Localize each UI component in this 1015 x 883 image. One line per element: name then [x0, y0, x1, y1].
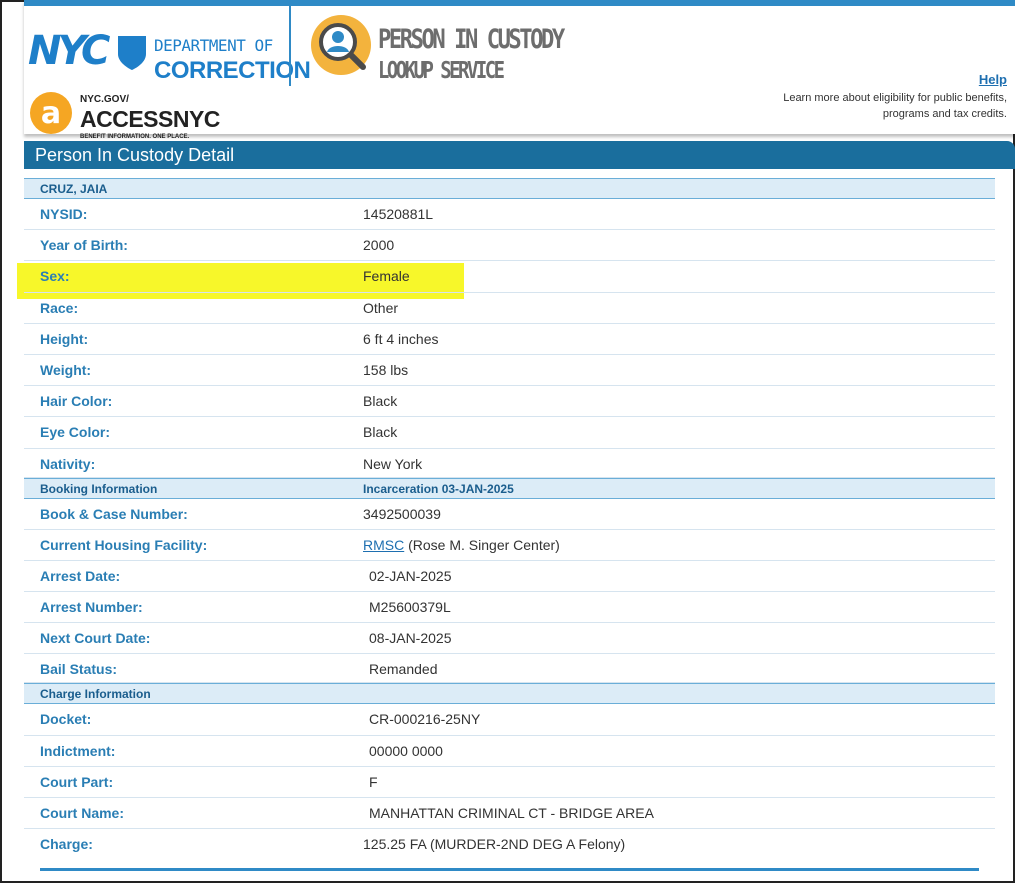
table-row: Indictment: 00000 0000	[24, 736, 995, 767]
row-value: 2000	[363, 237, 395, 254]
table-row: Current Housing Facility: RMSC (Rose M. S…	[24, 530, 995, 561]
page-title: Person In Custody Detail	[35, 145, 235, 165]
table-row: Weight: 158 lbs	[24, 355, 995, 387]
row-label: Book & Case Number:	[40, 505, 188, 522]
table-row: Docket: CR-000216-25NY	[24, 704, 995, 736]
accessnyc-logo-icon[interactable]: a	[30, 92, 72, 134]
row-label: Eye Color:	[40, 424, 111, 441]
row-value: Black	[363, 393, 398, 410]
table-row: Arrest Number: M25600379L	[24, 592, 995, 624]
row-value: Remanded	[369, 661, 438, 678]
row-label: Docket:	[40, 711, 92, 728]
row-label: Height:	[40, 330, 89, 347]
help-link[interactable]: Help	[979, 72, 1007, 87]
row-label: Weight:	[40, 361, 92, 378]
booking-section-label: Booking Information	[40, 481, 158, 496]
service-title: PERSON IN CUSTODY LOOKUP SERVICE	[378, 24, 678, 84]
row-label: Year of Birth:	[40, 237, 128, 254]
row-label: Court Part:	[40, 773, 114, 790]
row-label: Court Name:	[40, 805, 125, 821]
row-label: Indictment:	[40, 742, 116, 759]
row-label: Charge:	[40, 836, 93, 853]
row-label: Race:	[40, 299, 79, 316]
accessnyc-tagline: BENEFIT INFORMATION. ONE PLACE.	[80, 134, 190, 140]
nyc-logo[interactable]: NYC	[28, 30, 112, 72]
table-row: Arrest Date: 02-JAN-2025	[24, 561, 995, 593]
facility-link[interactable]: RMSC	[363, 537, 404, 553]
row-label: Bail Status:	[40, 661, 118, 678]
table-bottom-border	[40, 868, 979, 871]
row-value: MANHATTAN CRIMINAL CT - BRIDGE AREA	[369, 805, 654, 821]
row-value: 08-JAN-2025	[369, 630, 452, 647]
row-value: 3492500039	[363, 505, 441, 522]
table-row: Bail Status: Remanded	[24, 654, 995, 684]
service-title-line1: PERSON IN CUSTODY	[378, 24, 565, 55]
table-row: NYSID: 14520881L	[24, 199, 995, 231]
table-row: Hair Color: Black	[24, 386, 995, 418]
person-name-header: CRUZ, JAIA	[24, 178, 995, 199]
charge-section-header: Charge Information	[24, 683, 995, 705]
row-label: Arrest Number:	[40, 599, 143, 616]
table-row: Nativity: New York	[24, 449, 995, 478]
row-value: 6 ft 4 inches	[363, 330, 439, 347]
row-value: Other	[363, 299, 399, 316]
service-title-line2: LOOKUP SERVICE	[378, 58, 505, 84]
person-name: CRUZ, JAIA	[40, 182, 108, 196]
nyc-logo-text: NYC	[28, 28, 110, 74]
accessnyc-line2: ACCESSNYC	[80, 106, 220, 132]
table-row: Charge: 125.25 FA (MURDER-2ND DEG A Felon…	[24, 829, 995, 860]
row-value: F	[369, 773, 378, 790]
row-value: 14520881L	[363, 206, 434, 222]
table-row: Next Court Date: 08-JAN-2025	[24, 623, 995, 655]
row-label: Next Court Date:	[40, 630, 151, 647]
custody-detail-table: CRUZ, JAIA NYSID: 14520881L Year of Birth…	[24, 178, 995, 860]
row-value: Black	[363, 424, 398, 441]
booking-section-header: Booking Information Incarceration 03-JAN…	[24, 477, 995, 499]
row-value: 00000 0000	[369, 742, 443, 759]
table-row: Race: Other	[24, 293, 995, 324]
department-line2: CORRECTION	[154, 57, 311, 84]
table-row: Year of Birth: 2000	[24, 230, 995, 262]
row-label: Current Housing Facility:	[40, 536, 208, 553]
help-description: Learn more about eligibility for public …	[783, 92, 1007, 120]
row-label: Arrest Date:	[40, 567, 121, 584]
row-value: M25600379L	[369, 599, 451, 616]
row-value: CR-000216-25NY	[369, 711, 481, 728]
row-value: 158 lbs	[363, 361, 409, 378]
facility-name: (Rose M. Singer Center)	[408, 536, 560, 553]
accessnyc-line1: NYC.GOV/	[80, 94, 129, 105]
header-divider	[289, 6, 291, 86]
row-label: Sex:	[40, 268, 70, 285]
accessnyc-logo[interactable]: NYC.GOV/ ACCESSNYC BENEFIT INFORMATION. …	[80, 94, 220, 140]
incarceration-date: Incarceration 03-JAN-2025	[363, 481, 514, 496]
department-line1: DEPARTMENT OF	[154, 36, 273, 55]
row-label: Nativity:	[40, 455, 96, 472]
row-value: 125.25 FA (MURDER-2ND DEG A Felony)	[363, 836, 626, 853]
table-row: Eye Color: Black	[24, 417, 995, 449]
charge-section-label: Charge Information	[40, 687, 151, 702]
table-row: Height: 6 ft 4 inches	[24, 324, 995, 355]
page-title-bar: Person In Custody Detail	[24, 141, 1015, 169]
table-row: Book & Case Number: 3492500039	[24, 499, 995, 530]
row-value: New York	[363, 455, 423, 472]
row-label: Hair Color:	[40, 393, 113, 410]
table-row: Court Name: MANHATTAN CRIMINAL CT - BRIDG…	[24, 798, 995, 830]
shield-icon	[118, 36, 146, 70]
row-value: 02-JAN-2025	[369, 567, 452, 584]
person-search-icon	[311, 15, 371, 75]
row-label: NYSID:	[40, 206, 88, 222]
table-row: Court Part: F	[24, 767, 995, 798]
row-value: Female	[363, 268, 410, 285]
row-value: RMSC (Rose M. Singer Center)	[363, 537, 560, 553]
department-name: DEPARTMENT OF CORRECTION	[154, 36, 311, 85]
table-row: Sex: Female	[24, 261, 995, 293]
site-header: NYC DEPARTMENT OF CORRECTION PERSON IN C…	[24, 0, 1015, 140]
